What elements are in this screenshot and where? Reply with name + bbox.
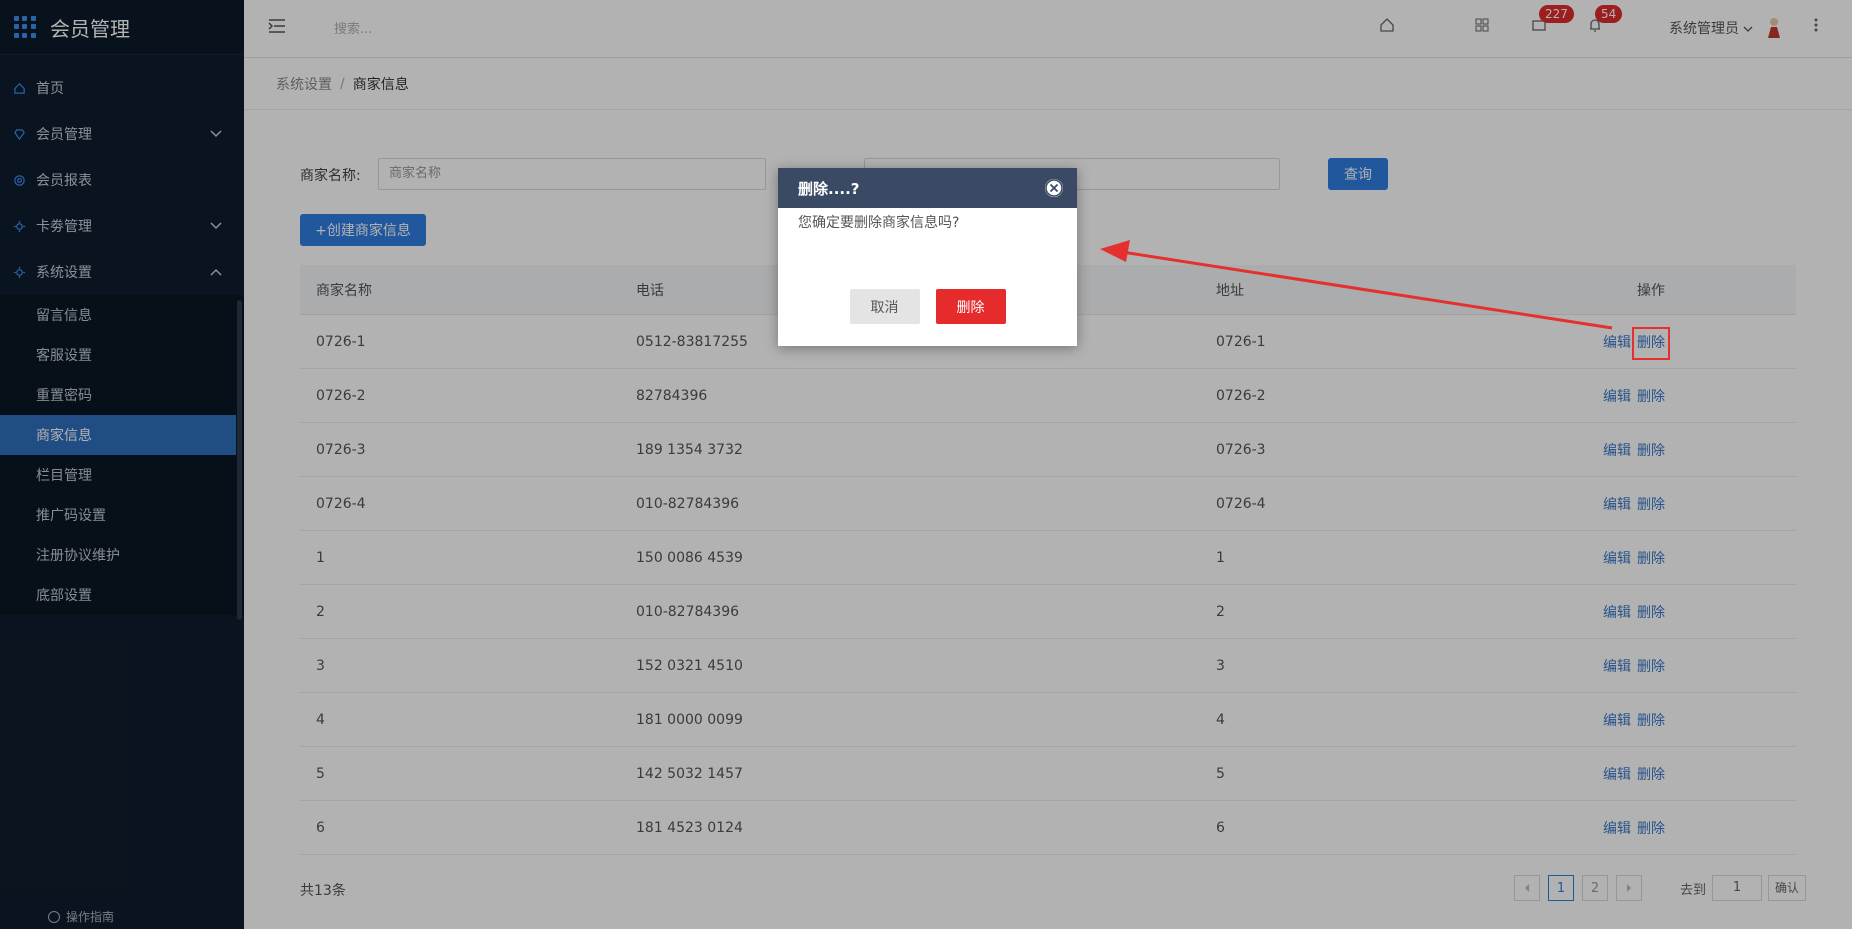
modal-backdrop <box>0 0 1852 929</box>
dialog-header: 删除....? <box>778 168 1077 208</box>
dialog-title: 删除....? <box>798 179 860 198</box>
cancel-button[interactable]: 取消 <box>849 289 920 324</box>
close-icon[interactable] <box>1045 179 1063 197</box>
dialog-message: 您确定要删除商家信息吗? <box>798 215 960 231</box>
confirm-delete-button[interactable]: 删除 <box>935 289 1006 324</box>
dialog-actions: 取消 删除 <box>778 289 1077 324</box>
delete-confirm-dialog: 删除....? 您确定要删除商家信息吗? 取消 删除 <box>778 168 1077 346</box>
annotation-highlight <box>1632 327 1670 360</box>
